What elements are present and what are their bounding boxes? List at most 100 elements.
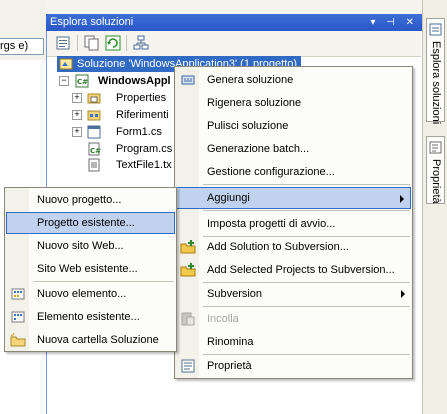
- menu-item-label: Nuovo sito Web...: [37, 240, 124, 252]
- properties-toolbar-icon[interactable]: [56, 35, 72, 51]
- menu-item-label: Gestione configurazione...: [207, 166, 335, 178]
- menu-item-label: Subversion: [207, 288, 263, 300]
- menu-item-paste[interactable]: Incolla: [176, 308, 411, 330]
- existing-item-icon: [10, 309, 26, 325]
- menu-item-label: Elemento esistente...: [37, 311, 140, 323]
- tree-item-label: Program.cs: [116, 143, 173, 155]
- menu-item-label: Imposta progetti di avvio...: [207, 218, 336, 230]
- tab-properties[interactable]: Proprietà: [426, 136, 445, 204]
- menu-item-set-startup-projects[interactable]: Imposta progetti di avvio...: [176, 213, 411, 235]
- collapse-icon[interactable]: −: [59, 76, 69, 86]
- panel-title: Esplora soluzioni: [50, 16, 134, 28]
- references-folder-icon: [87, 108, 101, 121]
- tree-project-node[interactable]: − C# WindowsAppl: [57, 73, 177, 89]
- menu-item-label: Nuovo progetto...: [37, 194, 122, 206]
- submenu-item-new-solution-folder[interactable]: Nuova cartella Soluzione: [6, 329, 175, 351]
- submenu-item-new-website[interactable]: Nuovo sito Web...: [6, 235, 175, 257]
- editor-member-combo[interactable]: rgs e): [0, 38, 44, 55]
- svg-text:C#: C#: [77, 78, 88, 86]
- menu-item-label: Rinomina: [207, 336, 254, 348]
- menu-item-properties[interactable]: Proprietà: [176, 355, 411, 377]
- menu-separator: [203, 210, 410, 211]
- menu-item-batch-build[interactable]: Generazione batch...: [176, 138, 411, 160]
- submenu-arrow-icon: [400, 195, 404, 203]
- csharp-project-icon: C#: [75, 74, 89, 88]
- menu-item-label: Aggiungi: [207, 192, 250, 204]
- menu-item-clean-solution[interactable]: Pulisci soluzione: [176, 115, 411, 137]
- tree-item-label: TextFile1.tx: [116, 159, 172, 171]
- toolbar-separator: [77, 35, 78, 51]
- menu-item-label: Nuova cartella Soluzione: [37, 334, 159, 346]
- refresh-icon[interactable]: [105, 35, 121, 51]
- tab-label: Esplora soluzioni: [430, 41, 442, 125]
- tree-item-textfile[interactable]: TextFile1.tx: [72, 157, 177, 173]
- menu-item-label: Generazione batch...: [207, 143, 310, 155]
- menu-item-label: Nuovo elemento...: [37, 288, 127, 300]
- add-submenu: Nuovo progetto... Progetto esistente... …: [4, 187, 177, 352]
- menu-item-label: Add Selected Projects to Subversion...: [207, 264, 395, 276]
- build-solution-icon: [180, 72, 196, 88]
- menu-separator: [33, 281, 174, 282]
- tree-item-references[interactable]: + Riferimenti: [72, 107, 177, 123]
- expand-icon[interactable]: +: [72, 93, 82, 103]
- submenu-item-new-item[interactable]: Nuovo elemento...: [6, 283, 175, 305]
- menu-item-add[interactable]: Aggiungi: [176, 187, 411, 209]
- toolbar-separator: [126, 35, 127, 51]
- menu-item-label: Add Solution to Subversion...: [207, 241, 349, 253]
- solution-explorer-tab-icon: [429, 23, 443, 40]
- solution-explorer-title-bar[interactable]: Esplora soluzioni ▾ ⊣ ✕: [46, 14, 422, 31]
- submenu-item-existing-project[interactable]: Progetto esistente...: [6, 212, 175, 234]
- paste-icon: [180, 311, 196, 327]
- menu-item-subversion[interactable]: Subversion: [176, 283, 411, 305]
- tab-solution-explorer[interactable]: Esplora soluzioni: [426, 18, 445, 125]
- submenu-item-new-project[interactable]: Nuovo progetto...: [6, 189, 175, 211]
- new-item-icon: [10, 286, 26, 302]
- text-file-icon: [87, 158, 101, 172]
- expand-icon[interactable]: +: [72, 110, 82, 120]
- menu-item-label: Incolla: [207, 313, 239, 325]
- tree-item-label: Form1.cs: [116, 126, 162, 138]
- right-tool-tabs: Esplora soluzioni Proprietà: [422, 0, 447, 414]
- panel-window-controls[interactable]: ▾ ⊣ ✕: [370, 14, 418, 31]
- properties-tab-icon: [429, 141, 443, 158]
- class-diagram-icon[interactable]: [133, 35, 149, 51]
- menu-item-add-solution-subversion[interactable]: Add Solution to Subversion...: [176, 236, 411, 258]
- subversion-add-projects-icon: [180, 262, 196, 278]
- tree-item-label: Properties: [116, 92, 167, 104]
- properties-folder-icon: [87, 91, 101, 104]
- form-file-icon: [87, 125, 101, 139]
- csharp-file-icon: C#: [87, 142, 101, 156]
- tab-label: Proprietà: [430, 159, 442, 204]
- menu-item-rename[interactable]: Rinomina: [176, 331, 411, 353]
- subversion-add-icon: [180, 239, 196, 255]
- menu-item-label: Progetto esistente...: [37, 217, 135, 229]
- submenu-item-existing-item[interactable]: Elemento esistente...: [6, 306, 175, 328]
- show-all-files-icon[interactable]: [84, 35, 100, 51]
- expand-icon[interactable]: +: [72, 127, 82, 137]
- tree-item-program[interactable]: C# Program.cs: [72, 141, 177, 157]
- context-menu: Genera soluzione Rigenera soluzione Puli…: [174, 66, 413, 379]
- tree-item-properties[interactable]: + Properties: [72, 90, 177, 106]
- submenu-item-existing-website[interactable]: Sito Web esistente...: [6, 258, 175, 280]
- menu-item-label: Rigenera soluzione: [207, 97, 302, 109]
- project-label: WindowsAppl: [98, 75, 171, 87]
- tree-item-label: Riferimenti: [116, 109, 169, 121]
- submenu-arrow-icon: [401, 290, 405, 298]
- new-folder-icon: [10, 332, 26, 348]
- svg-text:C#: C#: [90, 147, 101, 155]
- solution-explorer-toolbar: [47, 31, 421, 57]
- menu-item-label: Sito Web esistente...: [37, 263, 138, 275]
- solution-icon: [59, 57, 73, 70]
- properties-icon: [180, 358, 196, 374]
- tree-item-form1[interactable]: + Form1.cs: [72, 124, 177, 140]
- menu-item-label: Proprietà: [207, 360, 252, 372]
- menu-item-rebuild-solution[interactable]: Rigenera soluzione: [176, 92, 411, 114]
- menu-separator: [203, 184, 410, 185]
- menu-item-add-projects-subversion[interactable]: Add Selected Projects to Subversion...: [176, 259, 411, 281]
- menu-item-build-solution[interactable]: Genera soluzione: [176, 69, 411, 91]
- menu-separator: [203, 306, 410, 307]
- editor-combo-text: rgs e): [0, 40, 29, 52]
- menu-item-label: Genera soluzione: [207, 74, 294, 86]
- menu-item-configuration-manager[interactable]: Gestione configurazione...: [176, 161, 411, 183]
- menu-item-label: Pulisci soluzione: [207, 120, 289, 132]
